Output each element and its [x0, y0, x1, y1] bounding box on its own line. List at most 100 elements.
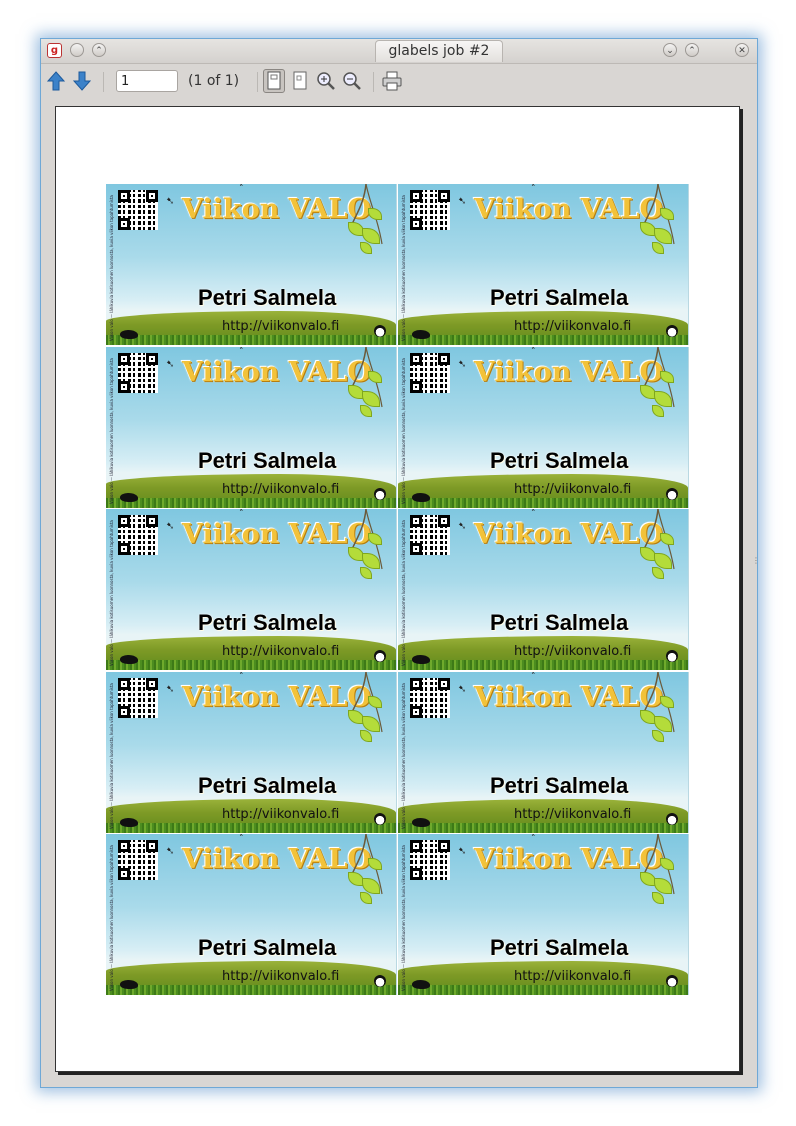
- business-card: Viikon valo — lähikuvia kotisuomen luonn…: [398, 184, 689, 345]
- card-logo: Viikon VALO: [474, 357, 664, 388]
- glabels-icon[interactable]: g: [47, 43, 62, 58]
- chevron-up-icon[interactable]: ⌃: [92, 43, 106, 57]
- blackbird-icon: [412, 330, 430, 339]
- page-number-input[interactable]: [116, 70, 178, 92]
- card-logo: Viikon VALO: [182, 357, 372, 388]
- magpie-icon: [374, 325, 386, 337]
- business-card: Viikon valo — lähikuvia kotisuomen luonn…: [106, 184, 397, 345]
- card-url: http://viikonvalo.fi: [514, 969, 632, 984]
- minimize-circle-icon[interactable]: [70, 43, 84, 57]
- minimize-button[interactable]: ⌄: [663, 43, 677, 57]
- resize-handle-icon[interactable]: ⋮: [752, 556, 760, 574]
- qr-code-icon: [410, 678, 450, 718]
- swallow-icon: ➷: [458, 359, 467, 370]
- card-name: Petri Salmela: [490, 610, 629, 635]
- card-logo: Viikon VALO: [474, 194, 664, 225]
- birch-branch-icon: [638, 509, 678, 579]
- card-name: Petri Salmela: [490, 285, 629, 310]
- magpie-icon: [666, 650, 678, 662]
- business-card: Viikon valo — lähikuvia kotisuomen luonn…: [398, 347, 689, 508]
- side-caption: Viikon valo — lähikuvia kotisuomen luonn…: [109, 683, 114, 829]
- page-count-label: (1 of 1): [188, 73, 240, 89]
- side-caption: Viikon valo — lähikuvia kotisuomen luonn…: [109, 845, 114, 991]
- birch-branch-icon: [638, 672, 678, 742]
- business-card: Viikon valo — lähikuvia kotisuomen luonn…: [398, 672, 689, 833]
- birch-branch-icon: [638, 834, 678, 904]
- bird-icon: ˄: [239, 347, 244, 357]
- fit-width-button[interactable]: [289, 69, 311, 93]
- toolbar-separator: [373, 72, 374, 92]
- side-caption: Viikon valo — lähikuvia kotisuomen luonn…: [401, 195, 406, 341]
- card-logo: Viikon VALO: [474, 844, 664, 875]
- card-url: http://viikonvalo.fi: [222, 644, 340, 659]
- side-caption: Viikon valo — lähikuvia kotisuomen luonn…: [109, 358, 114, 504]
- bird-icon: ˄: [531, 347, 536, 357]
- card-name: Petri Salmela: [198, 773, 337, 798]
- swallow-icon: ➷: [458, 846, 467, 857]
- bird-icon: ˄: [531, 184, 536, 194]
- zoom-out-icon: [343, 72, 361, 90]
- card-logo: Viikon VALO: [182, 844, 372, 875]
- business-card: Viikon valo — lähikuvia kotisuomen luonn…: [398, 509, 689, 670]
- next-page-button[interactable]: [71, 69, 93, 93]
- blackbird-icon: [412, 493, 430, 502]
- magpie-icon: [666, 975, 678, 987]
- qr-code-icon: [118, 515, 158, 555]
- previous-page-button[interactable]: [45, 69, 67, 93]
- zoom-in-button[interactable]: [315, 69, 337, 93]
- blackbird-icon: [120, 493, 138, 502]
- arrow-down-icon: [72, 71, 92, 91]
- close-button[interactable]: ✕: [735, 43, 749, 57]
- card-logo: Viikon VALO: [474, 682, 664, 713]
- swallow-icon: ➷: [458, 684, 467, 695]
- bird-icon: ˄: [239, 834, 244, 844]
- print-preview-window: g ⌃ glabels job #2 ⌄ ⌃ ✕ (1 of 1): [40, 38, 758, 1088]
- page-view-icon: [267, 71, 281, 90]
- birch-branch-icon: [638, 184, 678, 254]
- print-button[interactable]: [381, 69, 403, 93]
- card-logo: Viikon VALO: [182, 519, 372, 550]
- blackbird-icon: [120, 980, 138, 989]
- magpie-icon: [374, 813, 386, 825]
- blackbird-icon: [120, 655, 138, 664]
- side-caption: Viikon valo — lähikuvia kotisuomen luonn…: [109, 195, 114, 341]
- business-card: Viikon valo — lähikuvia kotisuomen luonn…: [106, 672, 397, 833]
- side-caption: Viikon valo — lähikuvia kotisuomen luonn…: [401, 358, 406, 504]
- card-url: http://viikonvalo.fi: [514, 807, 632, 822]
- bird-icon: ˄: [531, 672, 536, 682]
- title-bar[interactable]: g ⌃ glabels job #2 ⌄ ⌃ ✕: [41, 39, 757, 64]
- magpie-icon: [666, 488, 678, 500]
- qr-code-icon: [410, 190, 450, 230]
- swallow-icon: ➷: [166, 846, 175, 857]
- magpie-icon: [374, 975, 386, 987]
- card-url: http://viikonvalo.fi: [514, 319, 632, 334]
- card-name: Petri Salmela: [490, 448, 629, 473]
- blackbird-icon: [412, 818, 430, 827]
- business-card: Viikon valo — lähikuvia kotisuomen luonn…: [398, 834, 689, 995]
- card-logo: Viikon VALO: [182, 682, 372, 713]
- swallow-icon: ➷: [458, 196, 467, 207]
- side-caption: Viikon valo — lähikuvia kotisuomen luonn…: [401, 683, 406, 829]
- preview-canvas[interactable]: Viikon valo — lähikuvia kotisuomen luonn…: [43, 101, 755, 1085]
- blackbird-icon: [120, 330, 138, 339]
- birch-branch-icon: [346, 509, 386, 579]
- card-url: http://viikonvalo.fi: [222, 969, 340, 984]
- maximize-button[interactable]: ⌃: [685, 43, 699, 57]
- bird-icon: ˄: [531, 834, 536, 844]
- card-name: Petri Salmela: [198, 285, 337, 310]
- qr-code-icon: [118, 190, 158, 230]
- window-title: glabels job #2: [375, 40, 503, 62]
- blackbird-icon: [120, 818, 138, 827]
- printer-icon: [382, 71, 402, 91]
- card-url: http://viikonvalo.fi: [222, 319, 340, 334]
- zoom-out-button[interactable]: [341, 69, 363, 93]
- side-caption: Viikon valo — lähikuvia kotisuomen luonn…: [109, 520, 114, 666]
- toolbar-separator: [103, 72, 104, 92]
- bird-icon: ˄: [239, 672, 244, 682]
- qr-code-icon: [118, 353, 158, 393]
- swallow-icon: ➷: [166, 196, 175, 207]
- fit-page-button[interactable]: [263, 69, 285, 93]
- swallow-icon: ➷: [166, 521, 175, 532]
- card-name: Petri Salmela: [198, 448, 337, 473]
- magpie-icon: [374, 488, 386, 500]
